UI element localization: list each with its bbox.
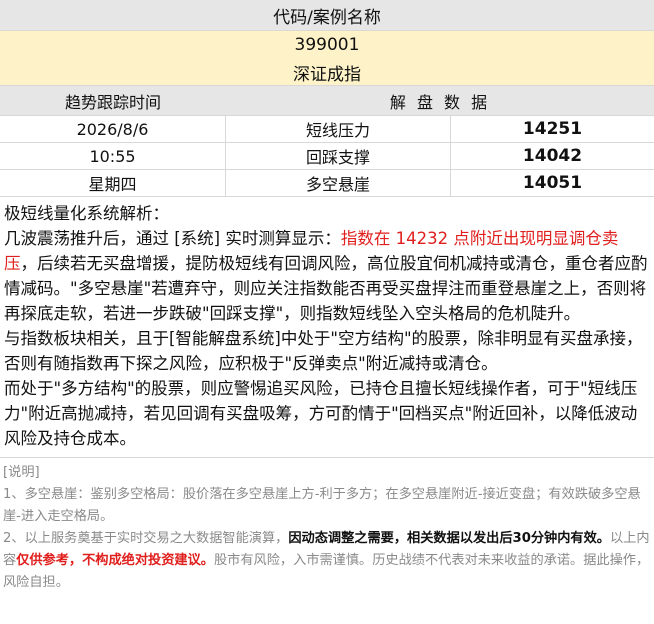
analysis-paragraph-3: 而处于"多方结构"的股票，则应警惕追买风险，已持仓且擅长短线操作者，可于"短线压…: [4, 379, 638, 448]
subheader-left: 趋势跟踪时间: [64, 92, 161, 112]
analysis-paragraph-2: 与指数板块相关，且于[智能解盘系统]中处于"空方结构"的股票，除非明显有买盘承接…: [4, 329, 643, 373]
note-1: 1、多空悬崖：鉴别多空格局：股价落在多空悬崖上方-利于多方；在多空悬崖附近-接近…: [3, 487, 641, 524]
analysis-text: ，后续若无买盘增援，提防极短线有回调风险，高位股宜伺机减持或清仓，重仓者应酌情减…: [4, 254, 648, 323]
row-label: 短线压力: [226, 116, 451, 142]
row-date: 2026/8/6: [0, 116, 226, 142]
row-weekday: 星期四: [0, 170, 226, 196]
notes-section: [说明] 1、多空悬崖：鉴别多空格局：股价落在多空悬崖上方-利于多方；在多空悬崖…: [0, 458, 654, 598]
subheader-row: 趋势跟踪时间 解 盘 数 据: [0, 86, 654, 116]
header-title-row: 代码/案例名称: [0, 0, 654, 31]
row-label: 回踩支撑: [226, 143, 451, 169]
analysis-paragraph-1: 几波震荡推升后，通过 [系统] 实时测算显示：指数在 14232 点附近出现明显…: [4, 226, 650, 326]
analysis-section: 极短线量化系统解析： 几波震荡推升后，通过 [系统] 实时测算显示：指数在 14…: [0, 197, 654, 458]
note-text: 2、以上服务奠基于实时交易之大数据智能演算，: [3, 531, 289, 546]
note-2: 2、以上服务奠基于实时交易之大数据智能演算，因动态调整之需要，相关数据以发出后3…: [3, 528, 651, 594]
notes-label: [说明]: [3, 465, 40, 480]
stock-code: 399001: [294, 35, 360, 55]
table-row: 10:55 回踩支撑 14042: [0, 143, 654, 170]
table-row: 2026/8/6 短线压力 14251: [0, 116, 654, 143]
row-time: 10:55: [0, 143, 226, 169]
name-row: 深证成指: [0, 59, 654, 86]
analysis-title: 极短线量化系统解析：: [4, 204, 169, 223]
table-row: 星期四 多空悬崖 14051: [0, 170, 654, 197]
code-row: 399001: [0, 31, 654, 59]
row-label: 多空悬崖: [226, 170, 451, 196]
note-bold: 因动态调整之需要，相关数据以发出后30分钟内有效。: [288, 531, 610, 546]
row-value: 14042: [522, 146, 583, 166]
row-value: 14251: [522, 119, 583, 139]
stock-name: 深证成指: [293, 64, 361, 85]
subheader-right: 解 盘 数 据: [389, 92, 491, 112]
row-value: 14051: [522, 173, 583, 193]
analysis-text: 几波震荡推升后，通过 [系统] 实时测算显示：: [4, 229, 341, 248]
header-title: 代码/案例名称: [273, 7, 381, 28]
note-warning: 仅供参考，不构成绝对投资建议。: [16, 553, 214, 568]
report-container: 代码/案例名称 399001 深证成指 趋势跟踪时间 解 盘 数 据 2026/…: [0, 0, 654, 598]
